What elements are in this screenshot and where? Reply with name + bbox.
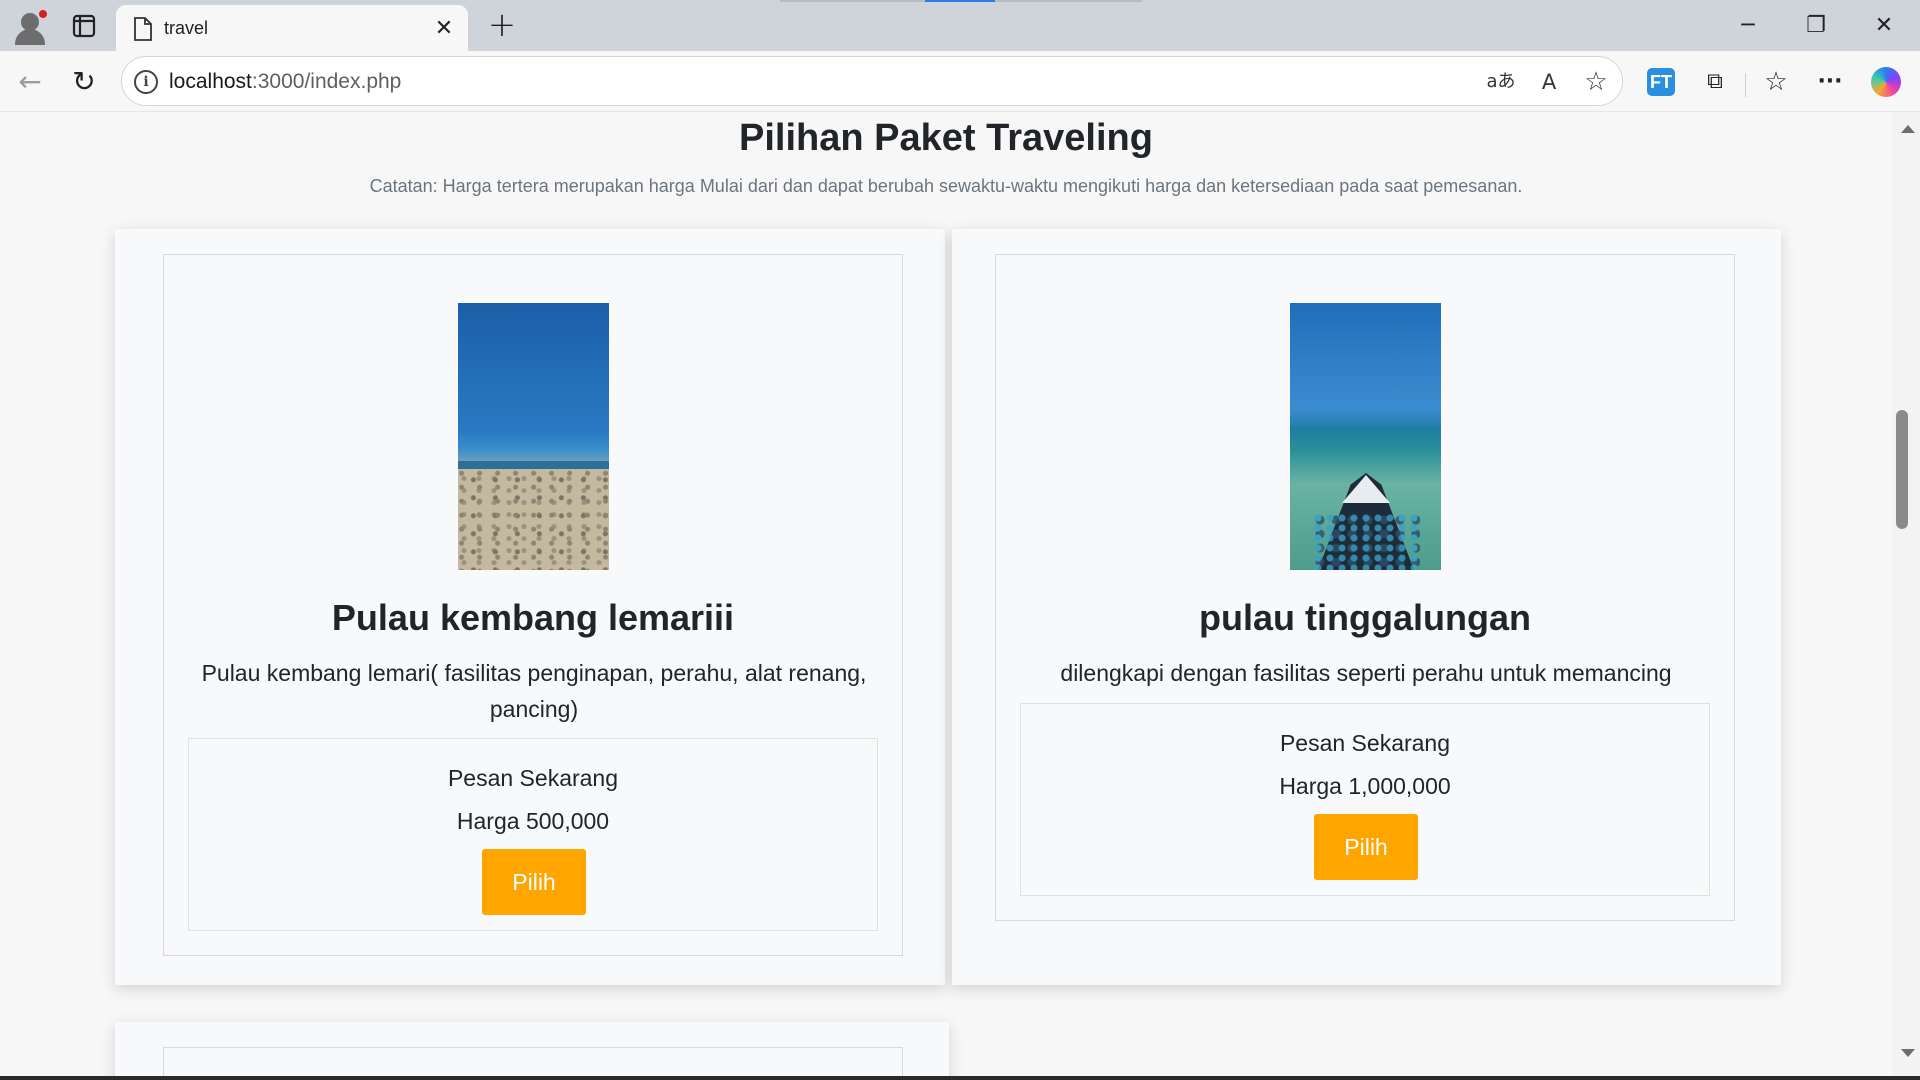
restore-button[interactable]: ❐: [1782, 0, 1850, 51]
page-viewport: Pilihan Paket Traveling Catatan: Harga t…: [0, 112, 1892, 1080]
minimize-button[interactable]: ─: [1714, 0, 1782, 51]
page-title: Pilihan Paket Traveling: [739, 117, 1153, 159]
package-description: Pulau kembang lemari( fasilitas penginap…: [201, 660, 867, 722]
pilih-button[interactable]: Pilih: [1314, 814, 1418, 880]
read-aloud-icon[interactable]: A: [1534, 68, 1564, 96]
browser-toolbar: ← ↻ i localhost:3000/index.php aあ A ☆ FT…: [0, 51, 1920, 112]
page-scrollbar[interactable]: [1892, 112, 1920, 1080]
package-card: Pulau kembang lemariii Pulau kembang lem…: [163, 254, 903, 956]
package-name: pulau tinggalungan: [1199, 597, 1531, 638]
package-name: Pulau kembang lemariii: [331, 597, 735, 638]
scroll-up-icon[interactable]: [1901, 125, 1915, 133]
address-bar[interactable]: i localhost:3000/index.php aあ A ☆: [121, 56, 1623, 106]
taskbar-edge: [0, 1076, 1920, 1080]
package-photo: [458, 303, 609, 570]
extension-ft-icon[interactable]: FT: [1647, 68, 1675, 96]
reload-icon[interactable]: ↻: [64, 63, 104, 101]
browser-tab-travel[interactable]: travel ✕: [116, 5, 468, 51]
package-column-1: Pulau kembang lemariii Pulau kembang lem…: [115, 229, 945, 985]
package-photo: [1290, 303, 1441, 570]
profile-avatar-icon[interactable]: [12, 7, 50, 45]
extensions-icon[interactable]: ⧉: [1698, 65, 1732, 99]
tab-title: travel: [164, 18, 209, 38]
vertical-tabs-icon[interactable]: [66, 10, 102, 42]
more-options-icon[interactable]: ···: [1813, 65, 1847, 99]
close-window-button[interactable]: ✕: [1850, 0, 1918, 51]
back-icon[interactable]: ←: [10, 63, 50, 101]
translate-icon[interactable]: aあ: [1486, 68, 1516, 96]
copilot-icon[interactable]: [1871, 67, 1901, 97]
browser-tab-bar: travel ✕ + ─ ❐ ✕: [0, 0, 1920, 51]
package-column-2: pulau tinggalungan dilengkapi dengan fas…: [952, 229, 1781, 985]
package-description: dilengkapi dengan fasilitas seperti pera…: [1060, 660, 1672, 686]
notification-dot: [38, 9, 48, 19]
site-info-icon[interactable]: i: [134, 70, 158, 94]
favorites-icon[interactable]: ☆: [1759, 65, 1793, 99]
package-price: Harga 1,000,000: [1279, 773, 1451, 799]
pilih-button[interactable]: Pilih: [482, 849, 586, 915]
url-path: :3000/index.php: [251, 70, 402, 93]
order-label: Pesan Sekarang: [447, 765, 619, 791]
order-label: Pesan Sekarang: [1279, 730, 1451, 756]
order-box: Pesan Sekarang Harga 1,000,000 Pilih: [1020, 703, 1710, 896]
package-price: Harga 500,000: [456, 808, 610, 834]
scrollbar-thumb[interactable]: [1896, 410, 1908, 529]
page-note: Catatan: Harga tertera merupakan harga M…: [369, 176, 1523, 196]
package-column-3: [115, 1022, 949, 1080]
page-icon: [132, 16, 154, 42]
url-host: localhost: [169, 70, 252, 93]
tab-close-icon[interactable]: ✕: [430, 15, 458, 43]
scroll-down-icon[interactable]: [1901, 1049, 1915, 1057]
toolbar-divider: [1745, 73, 1746, 97]
tab-strip-highlight: [925, 0, 995, 2]
favorite-star-icon[interactable]: ☆: [1581, 68, 1611, 96]
package-card: pulau tinggalungan dilengkapi dengan fas…: [995, 254, 1735, 921]
url-text[interactable]: localhost:3000/index.php: [169, 70, 401, 94]
order-box: Pesan Sekarang Harga 500,000 Pilih: [188, 738, 878, 931]
new-tab-button[interactable]: +: [482, 6, 522, 44]
